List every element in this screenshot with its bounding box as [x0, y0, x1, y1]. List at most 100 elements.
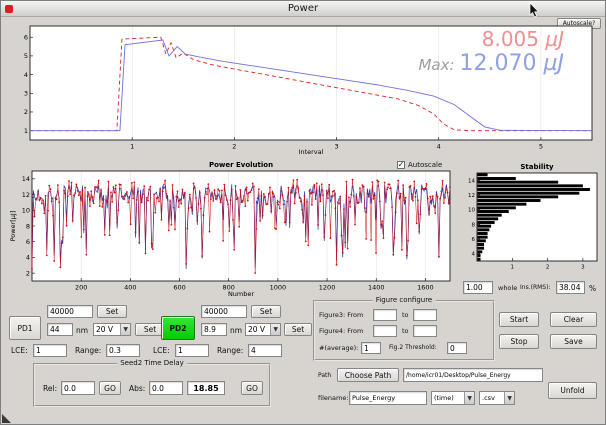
unfold-button[interactable]: Unfold	[548, 382, 597, 399]
stability-canvas: 123468101214Stability	[461, 161, 601, 273]
chevron-down-icon: ▼	[504, 392, 514, 404]
svg-text:6: 6	[24, 33, 28, 41]
figure3-to-input[interactable]	[413, 309, 437, 321]
lce2-input[interactable]	[175, 344, 209, 357]
svg-text:12: 12	[22, 191, 30, 199]
pd1-gain-input[interactable]	[47, 305, 93, 318]
svg-text:Interval: Interval	[299, 148, 324, 155]
save-button[interactable]: Save	[550, 334, 597, 349]
time-suffix-select[interactable]: (time)▼	[431, 391, 475, 405]
svg-text:3: 3	[24, 90, 28, 98]
svg-text:14: 14	[468, 178, 475, 184]
pd2-gain-input[interactable]	[201, 305, 247, 318]
rel-go-button[interactable]: GO	[99, 381, 121, 395]
pd2-set-voltage-button[interactable]: Set	[284, 323, 312, 336]
svg-text:4: 4	[437, 143, 441, 151]
svg-text:2: 2	[232, 143, 236, 151]
chevron-down-icon: ▼	[464, 392, 474, 404]
figure3-from-input[interactable]	[373, 309, 397, 321]
pd2-voltage-select[interactable]: 20 V▼	[245, 323, 281, 336]
record-icon	[5, 5, 13, 13]
clear-button[interactable]: Clear	[550, 312, 597, 327]
window-title: Power	[288, 3, 318, 14]
svg-text:1200: 1200	[319, 284, 336, 292]
start-button[interactable]: Start	[499, 312, 539, 327]
power-window: Power Autoscale? 12345123456Interval 8.0…	[0, 0, 606, 425]
rms-label: Ins.(RMS):	[520, 284, 550, 291]
pd1-wavelength-input[interactable]	[47, 323, 73, 336]
svg-text:5: 5	[24, 52, 28, 60]
filename-input[interactable]	[349, 391, 427, 405]
svg-text:Stability: Stability	[520, 163, 554, 171]
svg-text:8: 8	[472, 222, 476, 228]
extension-select[interactable]: .csv▼	[479, 391, 515, 405]
pd2-wavelength-input[interactable]	[201, 323, 227, 336]
mouse-cursor-icon	[529, 3, 540, 18]
whole-label: whole	[498, 284, 517, 292]
pd1-button[interactable]: PD1	[9, 316, 41, 340]
svg-text:Number: Number	[228, 290, 254, 297]
pd1-set-gain-button[interactable]: Set	[97, 305, 127, 318]
path-input[interactable]	[403, 368, 543, 382]
pd1-nm-label: nm	[76, 326, 88, 335]
svg-text:5: 5	[539, 143, 543, 151]
average-label: #(average):	[319, 344, 358, 352]
autoscale-checkbox[interactable]: Autoscale	[397, 161, 442, 169]
svg-text:1: 1	[24, 127, 28, 135]
choose-path-button[interactable]: Choose Path	[337, 368, 399, 382]
svg-text:2: 2	[546, 265, 550, 271]
range2-label: Range:	[217, 346, 243, 355]
figure1-plot: 12345123456Interval 8.005 µJ Max: 12.070…	[8, 21, 600, 155]
stop-button[interactable]: Stop	[499, 334, 539, 349]
abs-go-button[interactable]: GO	[241, 381, 263, 395]
figure-configure-title: Figure configure	[373, 296, 436, 304]
figure4-to-input[interactable]	[413, 325, 437, 337]
seed2-delay-title: Seed2 Time Delay	[117, 359, 187, 367]
pd2-set-gain-button[interactable]: Set	[251, 305, 281, 318]
pd1-voltage-select[interactable]: 20 V▼	[93, 323, 131, 336]
range2-input[interactable]	[248, 344, 282, 357]
figure4-from-input[interactable]	[373, 325, 397, 337]
svg-text:200: 200	[75, 284, 87, 292]
svg-text:12: 12	[468, 193, 475, 199]
range1-input[interactable]	[106, 344, 140, 357]
svg-text:10: 10	[22, 207, 30, 215]
figure4-to-label: to	[402, 327, 409, 335]
chevron-down-icon: ▼	[270, 324, 280, 335]
svg-text:1: 1	[130, 143, 134, 151]
svg-text:6: 6	[472, 237, 476, 243]
power-evolution-plot: 20040060080010001200140016002468101214Po…	[8, 159, 456, 297]
svg-text:2: 2	[26, 269, 30, 277]
pd2-button[interactable]: PD2	[161, 316, 195, 340]
titlebar[interactable]: Power	[1, 1, 605, 17]
rms-input[interactable]	[556, 281, 585, 294]
threshold-input[interactable]	[447, 342, 467, 354]
abs-input[interactable]	[149, 381, 183, 395]
svg-text:4: 4	[24, 71, 28, 79]
checkbox-icon	[397, 161, 405, 169]
svg-text:8: 8	[26, 222, 30, 230]
average-input[interactable]	[361, 342, 381, 354]
svg-text:1000: 1000	[270, 284, 287, 292]
rel-input[interactable]	[61, 381, 95, 395]
resize-grip	[2, 414, 11, 423]
filename-label: filename:	[318, 394, 349, 402]
svg-text:600: 600	[173, 284, 185, 292]
abs-position-readout: 18.85	[187, 381, 225, 395]
svg-text:Power[µJ]: Power[µJ]	[9, 211, 17, 242]
svg-text:4: 4	[472, 252, 476, 258]
threshold-label: Fig.2 Threshold:	[389, 344, 437, 351]
svg-text:10: 10	[468, 208, 475, 214]
lce1-input[interactable]	[33, 344, 67, 357]
autoscale-checkbox-label: Autoscale	[408, 161, 442, 169]
svg-text:1: 1	[511, 265, 515, 271]
chevron-down-icon: ▼	[120, 324, 130, 335]
pd2-nm-label: nm	[230, 326, 242, 335]
lce2-label: LCE:	[153, 346, 170, 355]
whole-input[interactable]	[463, 281, 493, 294]
svg-text:14: 14	[22, 175, 30, 183]
max-energy-readout: Max: 12.070 µJ	[418, 51, 564, 76]
figure3-from-label: Figure3: From	[319, 311, 363, 319]
stability-plot: 123468101214Stability	[461, 161, 601, 273]
svg-text:1600: 1600	[417, 284, 434, 292]
